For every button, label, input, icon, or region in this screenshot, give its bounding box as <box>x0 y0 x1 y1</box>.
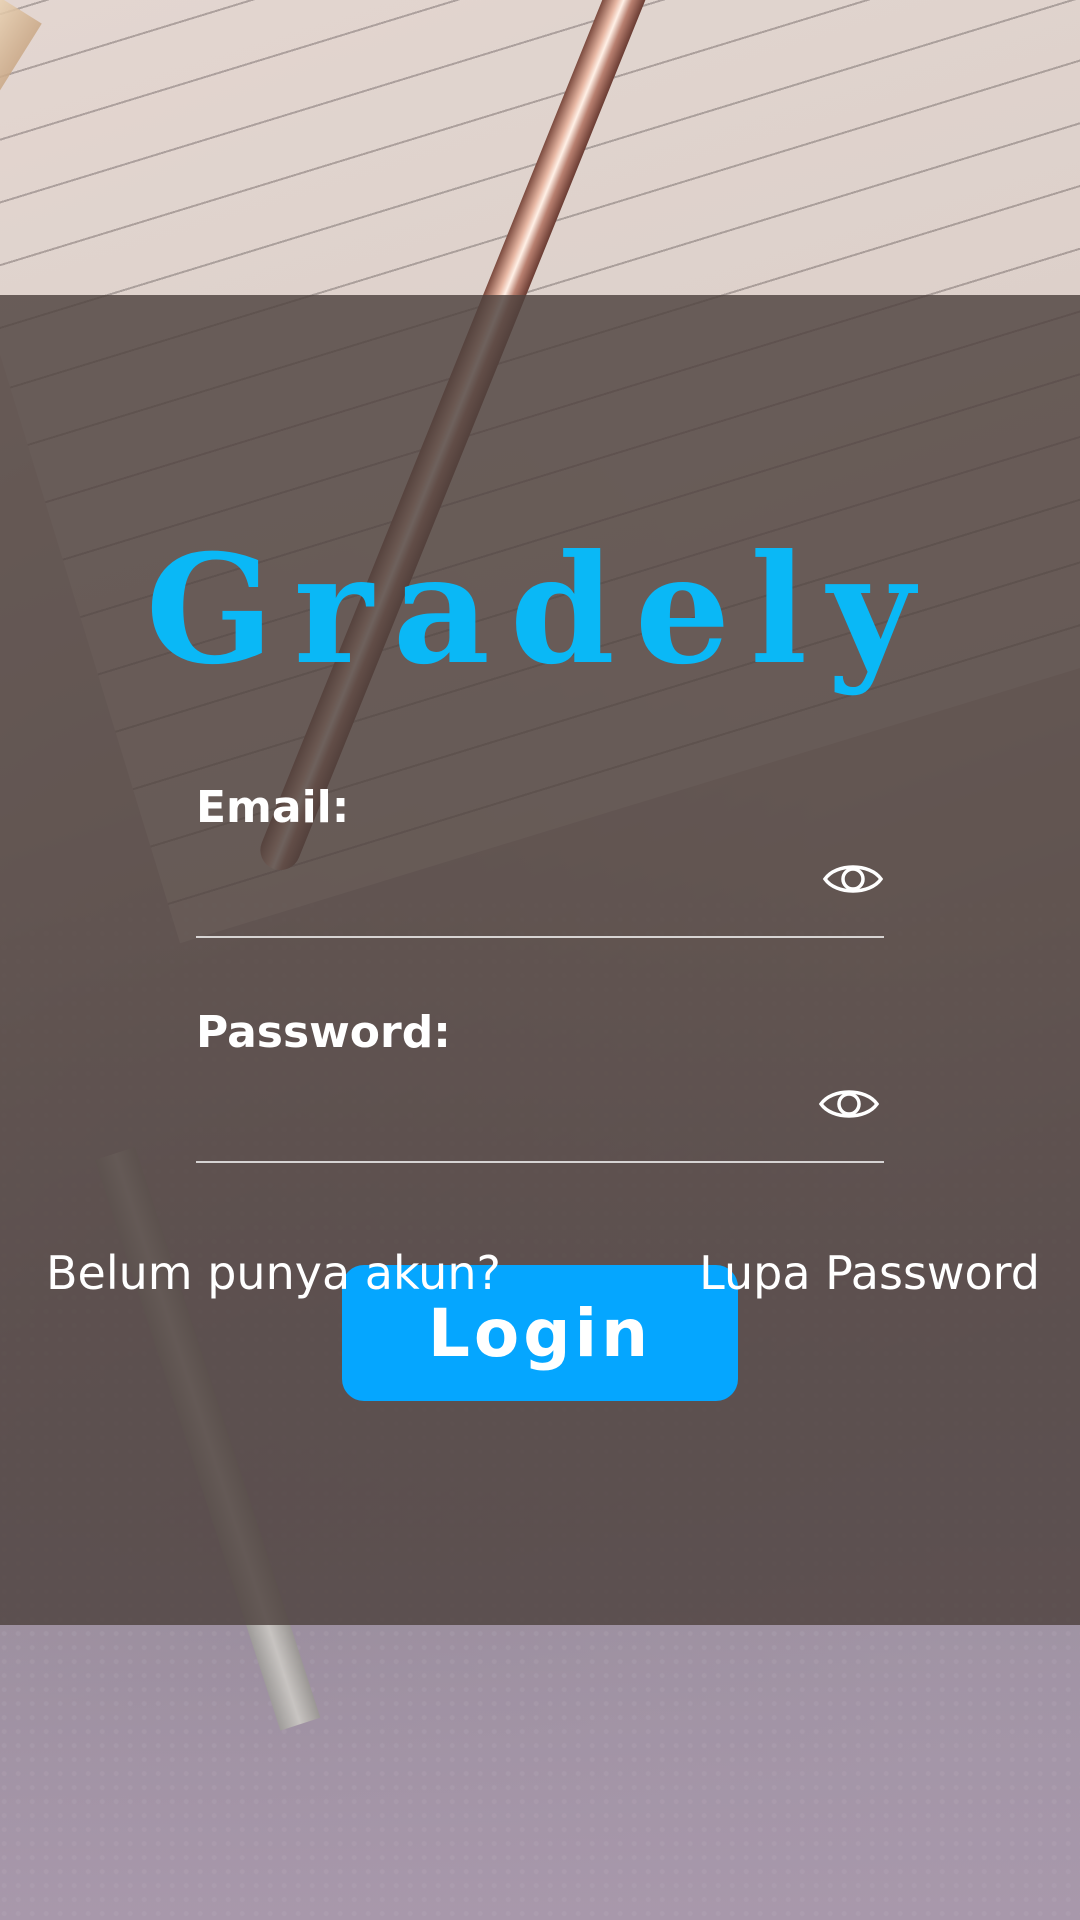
app-logo: Gradely <box>145 522 935 698</box>
email-label: Email: <box>196 782 350 833</box>
password-label: Password: <box>196 1007 451 1058</box>
register-link[interactable]: Belum punya akun? <box>46 1245 501 1301</box>
password-field-group: Password: <box>196 1005 884 1163</box>
eye-icon[interactable] <box>822 858 884 900</box>
login-panel: Gradely Email: Password: Login <box>0 295 1080 1625</box>
password-input[interactable] <box>196 1079 800 1141</box>
email-input[interactable] <box>196 854 800 916</box>
forgot-password-link[interactable]: Lupa Password <box>699 1245 1040 1301</box>
eye-icon[interactable] <box>818 1083 880 1125</box>
email-field-group: Email: <box>196 780 884 938</box>
email-field-row <box>196 836 884 938</box>
password-field-row <box>196 1061 884 1163</box>
